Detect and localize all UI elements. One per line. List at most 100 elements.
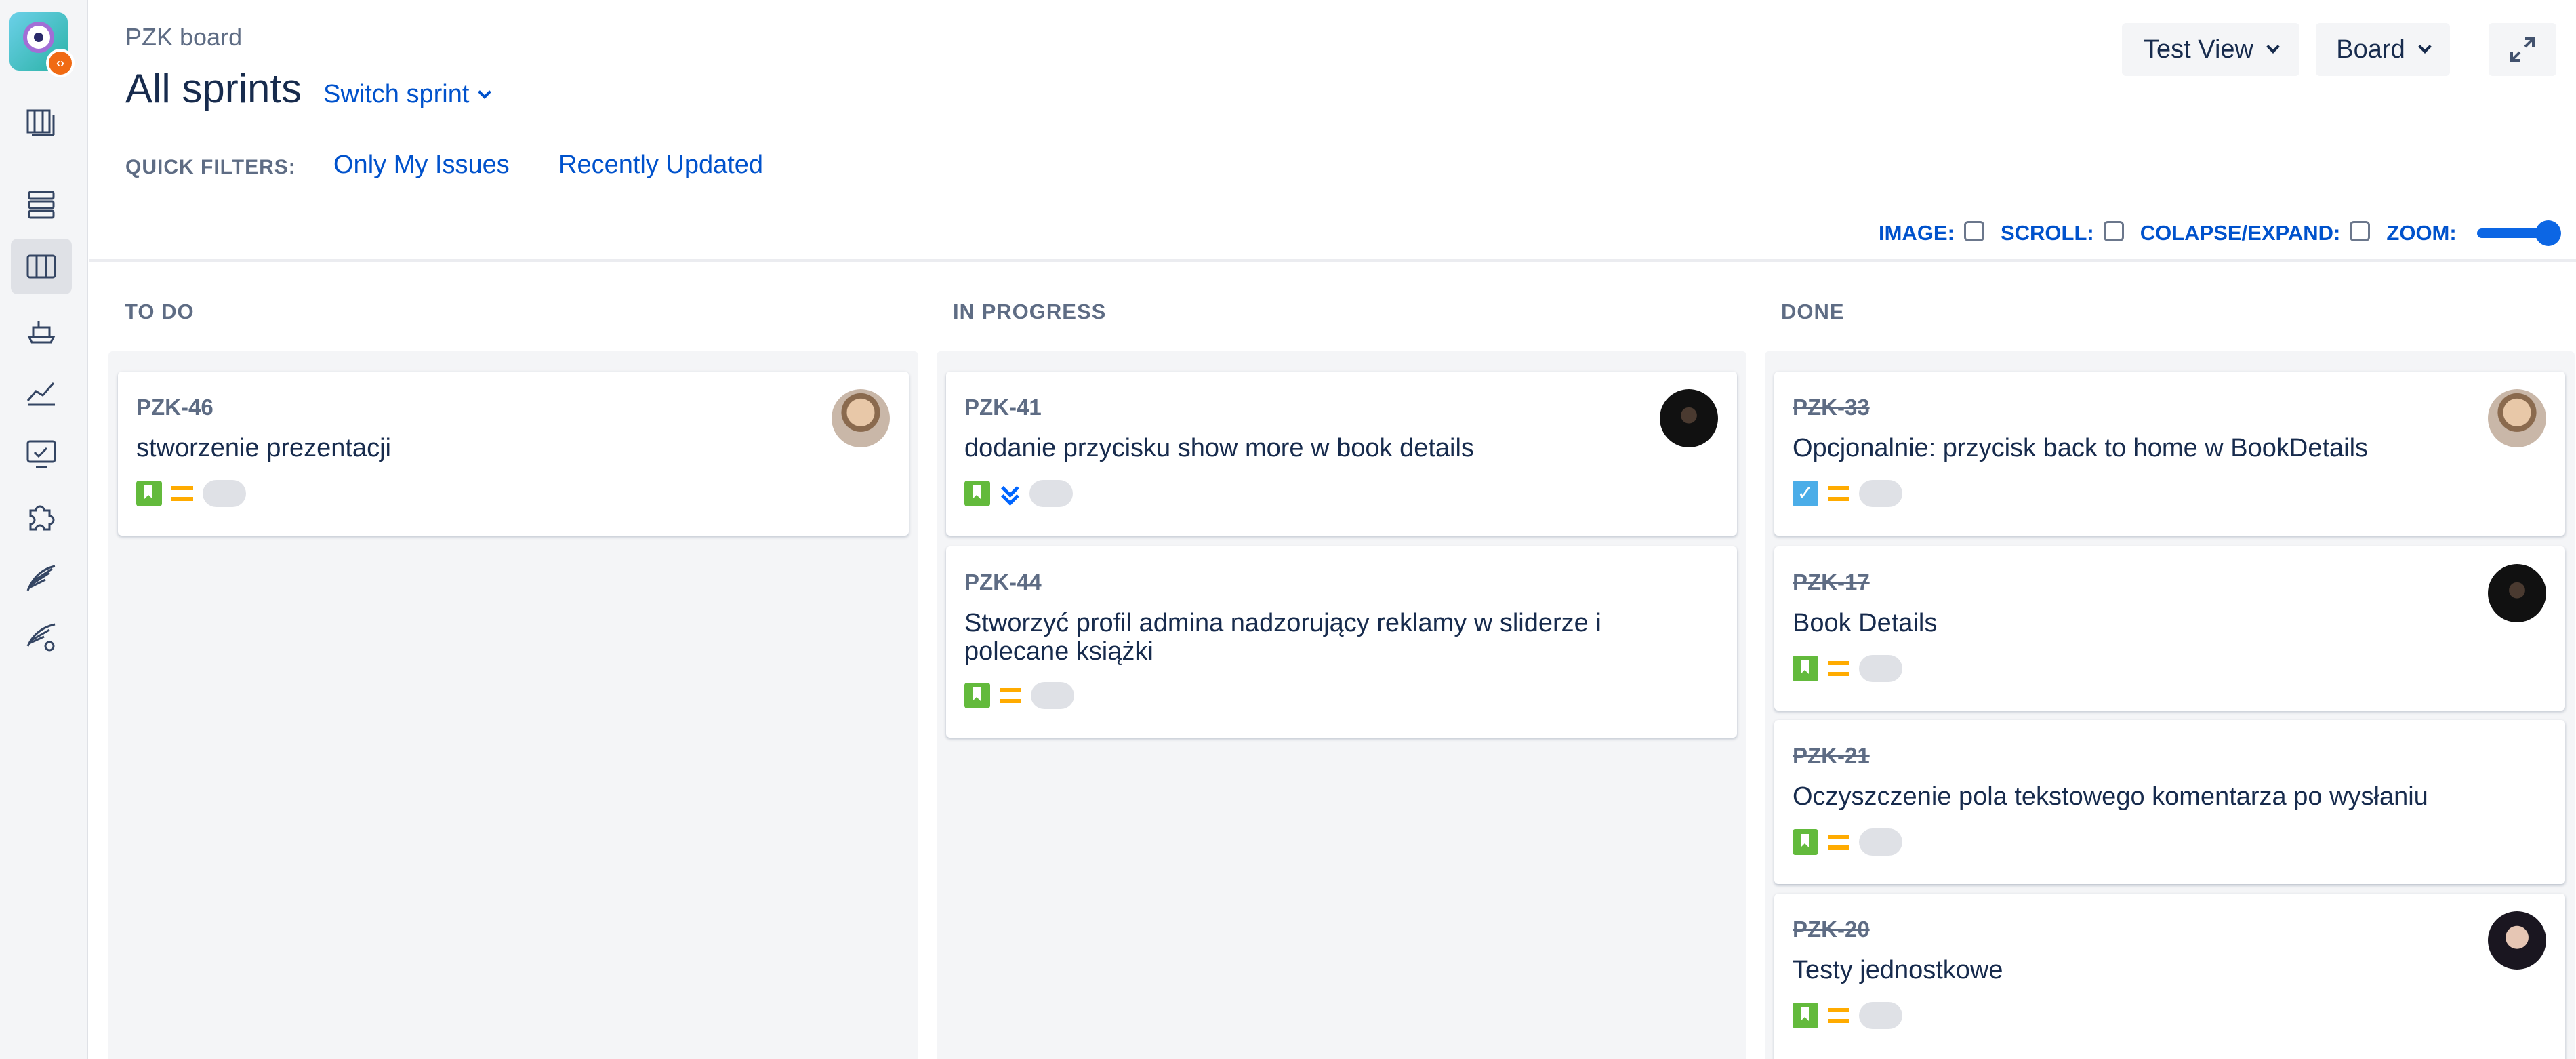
roadmap-icon[interactable] (11, 94, 72, 149)
estimate-badge (203, 480, 246, 507)
issue-meta (1793, 1002, 1902, 1029)
issue-card[interactable]: PZK-41 dodanie przycisku show more w boo… (946, 372, 1737, 536)
issue-card[interactable]: PZK-44 Stworzyć profil admina nadzorując… (946, 546, 1737, 738)
issue-key[interactable]: PZK-41 (964, 395, 1042, 420)
assignee-avatar[interactable] (1660, 389, 1718, 447)
issue-summary: Oczyszczenie pola tekstowego komentarza … (1793, 782, 2428, 811)
board-dropdown[interactable]: Board (2316, 23, 2450, 76)
priority-low-icon (1000, 483, 1020, 504)
issue-card[interactable]: PZK-33 Opcjonalnie: przycisk back to hom… (1774, 372, 2565, 536)
estimate-badge (1859, 828, 1902, 856)
issue-summary: Book Details (1793, 609, 1938, 637)
issue-key[interactable]: PZK-17 (1793, 570, 1870, 595)
image-checkbox[interactable] (1963, 221, 1984, 241)
priority-medium-icon (1828, 486, 1849, 501)
column-title-done: DONE (1781, 300, 1845, 323)
issue-summary: stworzenie prezentacji (136, 434, 391, 462)
test-view-dropdown[interactable]: Test View (2122, 23, 2299, 76)
issue-key[interactable]: PZK-33 (1793, 395, 1870, 420)
expand-icon (2510, 37, 2535, 62)
zoom-option-label: ZOOM: (2386, 221, 2457, 245)
page-title: All sprints (125, 66, 302, 111)
issue-meta (964, 480, 1073, 507)
column-in-progress: PZK-41 dodanie przycisku show more w boo… (937, 351, 1746, 1059)
logo-badge-icon: ‹› (46, 49, 75, 77)
quick-filter-only-my-issues[interactable]: Only My Issues (333, 151, 510, 180)
quick-filter-recently-updated[interactable]: Recently Updated (558, 151, 763, 180)
issues-icon[interactable] (11, 426, 72, 481)
assignee-avatar[interactable] (832, 389, 890, 447)
story-icon (1793, 656, 1818, 681)
releases-icon[interactable] (11, 301, 72, 357)
wing-settings-icon[interactable] (11, 609, 72, 664)
estimate-badge (1859, 480, 1902, 507)
issue-summary: Stworzyć profil admina nadzorujący rekla… (964, 609, 1601, 666)
column-title-todo: TO DO (125, 300, 195, 323)
issue-meta (136, 480, 246, 507)
priority-medium-icon (171, 486, 193, 501)
collapse-checkbox[interactable] (2350, 221, 2371, 241)
switch-sprint-label: Switch sprint (323, 80, 470, 108)
issue-summary: Opcjonalnie: przycisk back to home w Boo… (1793, 434, 2369, 462)
estimate-badge (1029, 480, 1073, 507)
header-divider (89, 259, 2576, 262)
assignee-avatar[interactable] (2488, 564, 2546, 622)
story-icon (136, 481, 162, 506)
addons-icon[interactable] (11, 488, 72, 544)
column-todo: PZK-46 stworzenie prezentacji (108, 351, 918, 1059)
wing-icon[interactable] (11, 551, 72, 606)
issue-meta: ✓ (1793, 480, 1902, 507)
priority-medium-icon (1828, 661, 1849, 676)
issue-meta (1793, 828, 1902, 856)
zoom-slider-handle[interactable] (2535, 220, 2561, 246)
story-icon (964, 481, 990, 506)
board-label: Board (2336, 35, 2405, 64)
main-area: PZK board All sprints Switch sprint QUIC… (89, 0, 2576, 1059)
estimate-badge (1031, 682, 1074, 709)
issue-summary: Testy jednostkowe (1793, 956, 2003, 984)
quick-filters-label: QUICK FILTERS: (125, 156, 296, 178)
app-logo-icon[interactable]: ‹› (9, 12, 75, 77)
issue-meta (1793, 655, 1902, 682)
scroll-checkbox[interactable] (2103, 221, 2124, 241)
logo-eye (34, 33, 43, 42)
issue-card[interactable]: PZK-21 Oczyszczenie pola tekstowego kome… (1774, 720, 2565, 884)
scroll-option-label: SCROLL: (2000, 221, 2094, 245)
board-icon[interactable] (11, 239, 72, 294)
issue-key[interactable]: PZK-46 (136, 395, 213, 420)
issue-card[interactable]: PZK-17 Book Details (1774, 546, 2565, 711)
story-icon (1793, 829, 1818, 855)
priority-medium-icon (1828, 835, 1849, 850)
column-done: PZK-33 Opcjonalnie: przycisk back to hom… (1765, 351, 2575, 1059)
assignee-avatar[interactable] (2488, 911, 2546, 970)
chevron-down-icon (478, 85, 492, 99)
test-view-label: Test View (2144, 35, 2253, 64)
task-icon: ✓ (1793, 481, 1818, 506)
backlog-icon[interactable] (11, 176, 72, 232)
estimate-badge (1859, 655, 1902, 682)
assignee-avatar[interactable] (2488, 389, 2546, 447)
fullscreen-button[interactable] (2489, 23, 2556, 76)
priority-medium-icon (1828, 1008, 1849, 1023)
switch-sprint-button[interactable]: Switch sprint (323, 80, 492, 109)
issue-card[interactable]: PZK-20 Testy jednostkowe (1774, 894, 2565, 1059)
story-icon (1793, 1003, 1818, 1028)
reports-icon[interactable] (11, 363, 72, 419)
column-title-in-progress: IN PROGRESS (953, 300, 1107, 323)
issue-key[interactable]: PZK-44 (964, 570, 1042, 595)
issue-card[interactable]: PZK-46 stworzenie prezentacji (118, 372, 909, 536)
project-name[interactable]: PZK board (125, 23, 242, 52)
sidebar: ‹› (0, 0, 88, 1059)
board-options: IMAGE: SCROLL: COLAPSE/EXPAND: ZOOM: (1879, 220, 2561, 246)
estimate-badge (1859, 1002, 1902, 1029)
issue-meta (964, 682, 1074, 709)
image-option-label: IMAGE: (1879, 221, 1955, 245)
story-icon (964, 683, 990, 708)
priority-medium-icon (1000, 688, 1021, 703)
zoom-slider[interactable] (2476, 220, 2561, 246)
issue-summary: dodanie przycisku show more w book detai… (964, 434, 1474, 462)
chevron-down-icon (2417, 40, 2432, 54)
chevron-down-icon (2266, 40, 2280, 54)
issue-key[interactable]: PZK-21 (1793, 743, 1870, 769)
issue-key[interactable]: PZK-20 (1793, 917, 1870, 942)
